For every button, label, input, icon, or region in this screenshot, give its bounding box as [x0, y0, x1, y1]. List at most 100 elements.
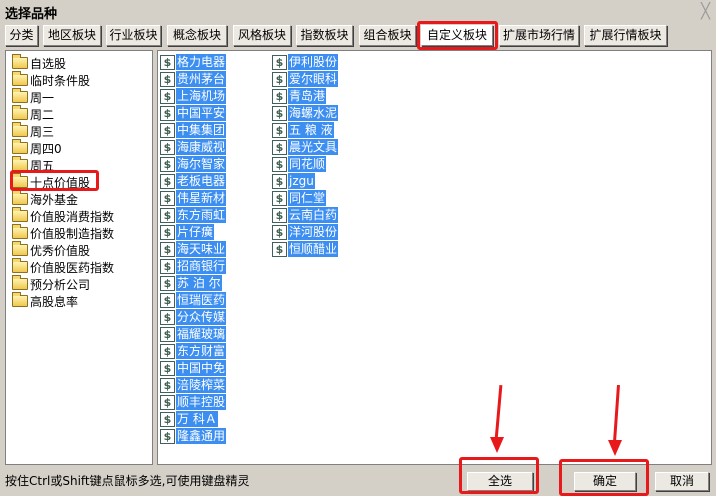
stock-icon: $	[160, 173, 175, 189]
stock-item[interactable]: $ 同花顺	[272, 156, 327, 172]
stock-icon: $	[272, 139, 287, 155]
stock-item-label: 海天味业	[176, 241, 227, 257]
annotation-arrowhead-select-all	[490, 437, 504, 453]
block-item[interactable]: 高股息率	[12, 292, 78, 309]
stock-item[interactable]: $ 海天味业	[160, 241, 227, 257]
stock-item[interactable]: $ 云南白药	[272, 207, 339, 223]
stock-item[interactable]: $ 伟星新材	[160, 190, 227, 206]
block-item-label: 价值股医药指数	[30, 260, 115, 275]
tab-0[interactable]: 分类	[5, 25, 38, 46]
close-icon[interactable]: ╳	[701, 2, 710, 20]
select-all-button[interactable]: 全选	[467, 472, 533, 491]
stock-item[interactable]: $ 晨光文具	[272, 139, 339, 155]
stock-item[interactable]: $ 中国平安	[160, 105, 227, 121]
stock-icon: $	[160, 377, 175, 393]
block-item[interactable]: 十点价值股	[12, 173, 90, 190]
stock-icon: $	[160, 428, 175, 444]
tab-5[interactable]: 指数板块	[296, 25, 353, 46]
stock-item-label: 中国平安	[176, 105, 227, 121]
block-item[interactable]: 周五	[12, 156, 54, 173]
stock-item[interactable]: $ 东方财富	[160, 343, 227, 359]
folder-icon	[12, 122, 28, 137]
stock-icon: $	[160, 207, 175, 223]
block-item[interactable]: 周三	[12, 122, 54, 139]
stock-item[interactable]: $ 爱尔眼科	[272, 71, 339, 87]
stock-icon: $	[160, 394, 175, 410]
stock-icon: $	[272, 54, 287, 70]
stock-item[interactable]: $ 恒瑞医药	[160, 292, 227, 308]
block-list[interactable]: 自选股 临时条件股周一 周二 周三周四0 周五 十点价值股 海外基金 价值股消费指数 价值股制造…	[5, 50, 153, 465]
folder-icon	[12, 224, 28, 239]
stock-item[interactable]: $ 东方雨虹	[160, 207, 227, 223]
stock-item[interactable]: $ 顺丰控股	[160, 394, 227, 410]
tab-3[interactable]: 概念板块	[167, 25, 227, 46]
stock-item-label: 老板电器	[176, 173, 227, 189]
tab-6[interactable]: 组合板块	[359, 25, 416, 46]
stock-item[interactable]: $ 贵州茅台	[160, 71, 227, 87]
block-item[interactable]: 海外基金	[12, 190, 78, 207]
stock-item[interactable]: $ 中集集团	[160, 122, 227, 138]
stock-item[interactable]: $ 万 科Ａ	[160, 411, 218, 427]
tab-8[interactable]: 扩展市场行情	[499, 25, 579, 46]
block-item[interactable]: 价值股医药指数	[12, 258, 115, 275]
folder-icon	[12, 275, 28, 290]
block-item[interactable]: 价值股消费指数	[12, 207, 114, 224]
stock-item[interactable]: $ 同仁堂	[272, 190, 327, 206]
block-item[interactable]: 周四0	[12, 139, 62, 156]
stock-item[interactable]: $ 五 粮 液	[272, 122, 334, 138]
stock-icon: $	[160, 122, 175, 138]
stock-item-label: 中集集团	[176, 122, 227, 138]
stock-icon: $	[272, 173, 287, 189]
block-item[interactable]: 周一	[12, 88, 55, 105]
stock-item[interactable]: $ 中国中免	[160, 360, 227, 376]
stock-item[interactable]: $ 青岛港	[272, 88, 327, 104]
block-item[interactable]: 优秀价值股	[12, 241, 91, 258]
stock-item[interactable]: $ 海螺水泥	[272, 105, 339, 121]
stock-item[interactable]: $ 海尔智家	[160, 156, 227, 172]
stock-item-label: 五 粮 液	[288, 122, 334, 138]
stock-item[interactable]: $ 伊利股份	[272, 54, 339, 70]
stock-item-label: 格力电器	[176, 54, 227, 70]
folder-icon	[12, 54, 28, 69]
tab-4[interactable]: 风格板块	[233, 25, 291, 46]
block-item[interactable]: 周二	[12, 105, 54, 122]
stock-item[interactable]: $ 分众传媒	[160, 309, 227, 325]
block-item[interactable]: 预分析公司	[12, 275, 91, 292]
stock-item[interactable]: $ jzgu	[272, 173, 315, 189]
block-item-label: 周四0	[30, 141, 62, 156]
stock-item[interactable]: $ 苏 泊 尔	[160, 275, 222, 291]
stock-item[interactable]: $ 涪陵榨菜	[160, 377, 227, 393]
tab-7[interactable]: 自定义板块	[421, 25, 493, 46]
tab-2[interactable]: 行业板块	[106, 25, 161, 46]
stock-item[interactable]: $ 格力电器	[160, 54, 227, 70]
stock-item[interactable]: $ 海康威视	[160, 139, 227, 155]
tab-1[interactable]: 地区板块	[43, 25, 101, 46]
stock-item-label: 隆鑫通用	[176, 428, 227, 444]
stock-item[interactable]: $ 招商银行	[160, 258, 227, 274]
block-item[interactable]: 临时条件股	[12, 71, 90, 88]
stock-item[interactable]: $ 恒顺醋业	[272, 241, 339, 257]
window-title: 选择品种	[5, 7, 58, 22]
stock-list[interactable]: $ 格力电器 $ 贵州茅台 $ 上海机场 $ 中国平安 $ 中集集团 $ 海康威视 $ 海尔智家 $ 老板电器…	[157, 50, 712, 465]
stock-item[interactable]: $ 洋河股份	[272, 224, 339, 240]
stock-item[interactable]: $ 上海机场	[160, 88, 227, 104]
stock-icon: $	[272, 88, 287, 104]
stock-item-label: 同花顺	[288, 156, 327, 172]
block-item-label: 优秀价值股	[30, 243, 91, 258]
block-item-label: 自选股	[30, 56, 67, 71]
stock-item[interactable]: $ 片仔癀	[160, 224, 215, 240]
cancel-button[interactable]: 取消	[655, 472, 709, 491]
folder-icon	[12, 173, 28, 188]
block-item[interactable]: 价值股制造指数	[12, 224, 114, 241]
stock-item[interactable]: $ 福耀玻璃	[160, 326, 227, 342]
stock-item[interactable]: $ 隆鑫通用	[160, 428, 227, 444]
ok-button[interactable]: 确定	[574, 472, 636, 491]
stock-item-label: 海尔智家	[176, 156, 227, 172]
stock-icon: $	[160, 224, 175, 240]
tab-9[interactable]: 扩展行情板块	[584, 25, 667, 46]
block-item[interactable]: 自选股	[12, 54, 67, 71]
stock-icon: $	[160, 343, 175, 359]
block-item-label: 预分析公司	[30, 277, 91, 292]
stock-item[interactable]: $ 老板电器	[160, 173, 227, 189]
block-item-label: 周一	[30, 90, 55, 105]
